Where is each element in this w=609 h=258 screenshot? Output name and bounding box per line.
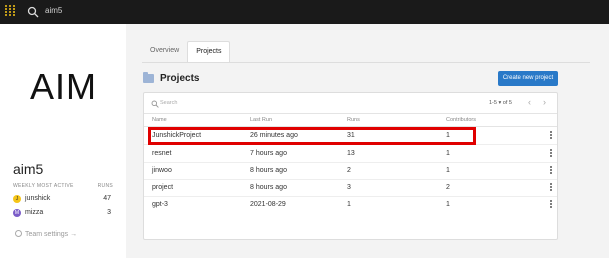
user-name: mizza xyxy=(25,209,44,216)
team-settings-link[interactable]: Team settings → xyxy=(15,230,77,238)
user-run-count: 3 xyxy=(107,209,111,216)
folder-icon xyxy=(143,72,154,83)
user-run-count: 47 xyxy=(103,195,111,202)
project-name-link[interactable]: jinwoo xyxy=(152,167,172,174)
projects-header: Projects xyxy=(143,72,200,84)
last-run: 8 hours ago xyxy=(250,184,287,191)
project-name-link[interactable]: resnet xyxy=(152,150,171,157)
user-name: junshick xyxy=(25,195,51,202)
tab-projects[interactable]: Projects xyxy=(187,41,231,62)
gear-icon xyxy=(15,230,22,237)
more-options-icon[interactable] xyxy=(550,149,552,158)
run-count: 1 xyxy=(347,201,351,208)
top-bar: aim5 xyxy=(0,0,609,24)
project-name-link[interactable]: gpt-3 xyxy=(152,201,168,208)
weekly-label: WEEKLY MOST ACTIVE xyxy=(13,183,74,189)
search-icon xyxy=(151,100,159,108)
last-run: 8 hours ago xyxy=(250,167,287,174)
column-header-last-run[interactable]: Last Run xyxy=(250,117,272,123)
chevron-left-icon[interactable]: ‹ xyxy=(528,97,531,107)
entity-name: aim5 xyxy=(13,161,44,177)
projects-title: Projects xyxy=(160,73,200,84)
pagination-info[interactable]: 1-5 ▾ of 5 xyxy=(489,100,512,106)
tab-bar: Overview Projects xyxy=(142,41,231,62)
table-row[interactable]: jinwoo 8 hours ago 2 1 xyxy=(144,163,557,180)
table-row[interactable]: project 8 hours ago 3 2 xyxy=(144,180,557,197)
active-user-row[interactable]: J junshick 47 xyxy=(13,195,113,205)
entity-logo: AIM xyxy=(30,66,98,107)
last-run: 7 hours ago xyxy=(250,150,287,157)
avatar: M xyxy=(13,209,21,217)
more-options-icon[interactable] xyxy=(550,183,552,192)
runs-label: RUNS xyxy=(97,183,113,189)
project-name-link[interactable]: project xyxy=(152,184,173,191)
tab-overview[interactable]: Overview xyxy=(142,41,187,62)
more-options-icon[interactable] xyxy=(550,200,552,209)
contributor-count: 2 xyxy=(446,184,450,191)
tab-divider xyxy=(142,62,590,63)
avatar: J xyxy=(13,195,21,203)
table-row[interactable]: gpt-3 2021-08-29 1 1 xyxy=(144,197,557,214)
column-header-contributors[interactable]: Contributors xyxy=(446,117,476,123)
table-header: Name Last Run Runs Contributors xyxy=(144,113,557,127)
projects-table: Search 1-5 ▾ of 5 ‹ › Name Last Run Runs… xyxy=(143,92,558,240)
team-settings-label: Team settings → xyxy=(25,231,78,238)
chevron-right-icon[interactable]: › xyxy=(543,97,546,107)
column-header-name[interactable]: Name xyxy=(152,117,167,123)
contributor-count: 1 xyxy=(446,201,450,208)
weekly-most-active-header: WEEKLY MOST ACTIVE RUNS xyxy=(13,183,113,189)
search-icon[interactable] xyxy=(27,6,39,18)
contributor-count: 1 xyxy=(446,150,450,157)
run-count: 2 xyxy=(347,167,351,174)
run-count: 3 xyxy=(347,184,351,191)
run-count: 13 xyxy=(347,150,355,157)
table-search-input[interactable]: Search xyxy=(160,100,177,106)
table-row[interactable]: resnet 7 hours ago 13 1 xyxy=(144,146,557,163)
more-options-icon[interactable] xyxy=(550,166,552,175)
app-logo-icon[interactable] xyxy=(5,5,15,19)
active-user-row[interactable]: M mizza 3 xyxy=(13,209,113,219)
create-new-project-button[interactable]: Create new project xyxy=(498,71,558,86)
highlight-box xyxy=(148,127,476,145)
top-search-input[interactable]: aim5 xyxy=(45,6,62,15)
more-options-icon[interactable] xyxy=(550,131,552,140)
column-header-runs[interactable]: Runs xyxy=(347,117,360,123)
last-run: 2021-08-29 xyxy=(250,201,286,208)
contributor-count: 1 xyxy=(446,167,450,174)
sidebar: AIM aim5 WEEKLY MOST ACTIVE RUNS J junsh… xyxy=(0,24,126,258)
